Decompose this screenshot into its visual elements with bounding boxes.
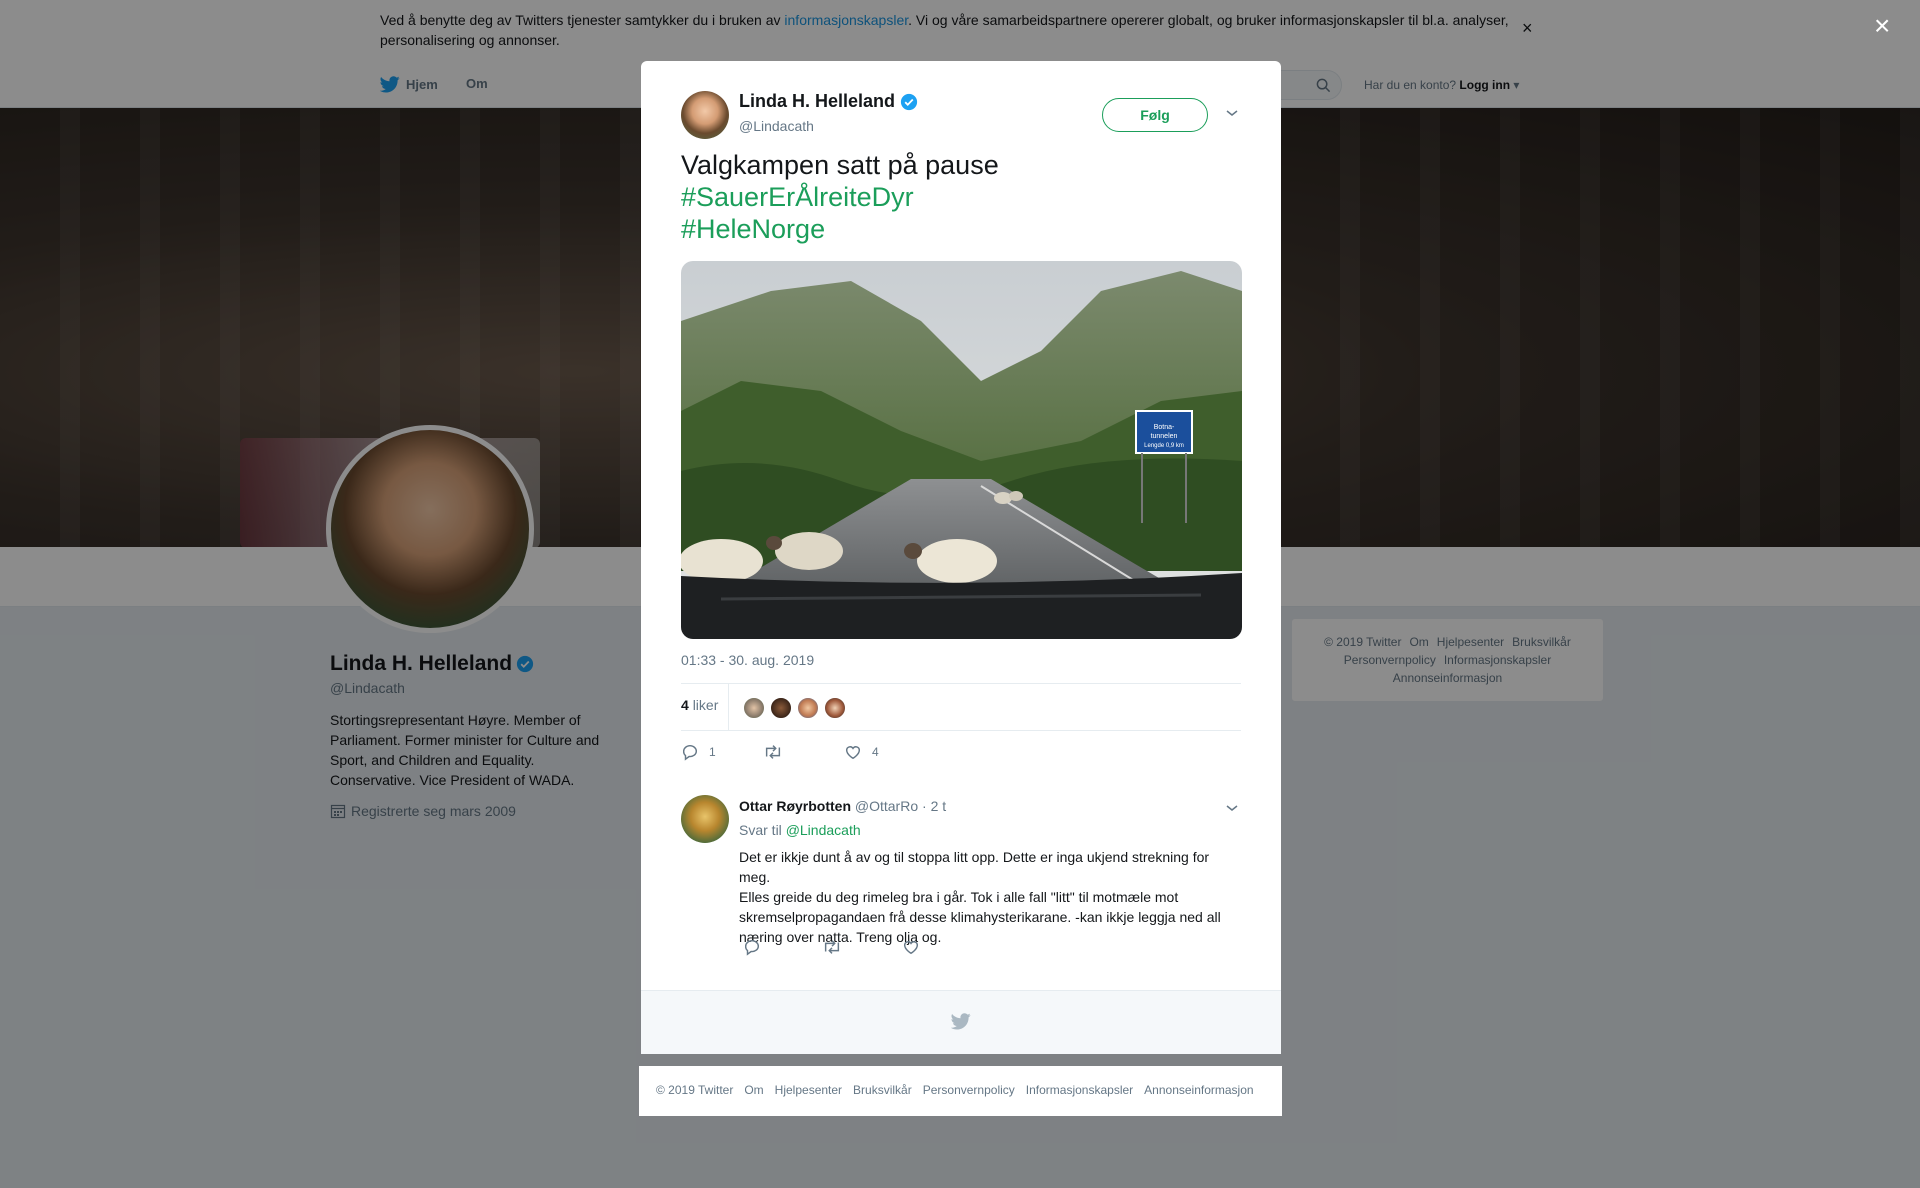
footer-link[interactable]: Personvernpolicy [923, 1083, 1015, 1097]
retweet-icon[interactable] [822, 938, 842, 956]
like-icon[interactable] [902, 938, 920, 956]
author-handle[interactable]: @Lindacath [739, 118, 814, 134]
like-icon [845, 746, 861, 760]
sign-line-2: tunnelen [1151, 433, 1178, 440]
reply-to-handle[interactable]: @Lindacath [786, 822, 861, 838]
retweet-icon [765, 745, 781, 759]
verified-badge-icon [900, 93, 918, 110]
reply-icon[interactable] [743, 938, 761, 956]
chevron-down-icon[interactable] [1225, 803, 1239, 813]
tweet-timestamp[interactable]: 01:33 - 30. aug. 2019 [681, 652, 814, 668]
hashtag-link[interactable]: #SauerErÅlreiteDyr [681, 181, 1241, 213]
reply-time[interactable]: · 2 t [922, 798, 946, 814]
sheep-road-photo: Botna- tunnelen Lengde 0,9 km [681, 261, 1242, 639]
footer-link[interactable]: Bruksvilkår [853, 1083, 912, 1097]
footer-link[interactable]: Informasjonskapsler [1026, 1083, 1133, 1097]
liker-avatar[interactable] [824, 697, 846, 719]
reply-to: Svar til @Lindacath [739, 822, 861, 838]
footer-link[interactable]: Hjelpesenter [775, 1083, 842, 1097]
tweet-actions: 1 4 [681, 743, 1241, 773]
close-icon[interactable]: × [1874, 12, 1890, 40]
reply-icon [682, 744, 698, 761]
author-avatar[interactable] [681, 91, 729, 139]
twitter-bird-icon [951, 1013, 971, 1030]
reply-actions [739, 938, 1039, 958]
reply-text: Det er ikkje dunt å av og til stoppa lit… [739, 849, 1221, 945]
reply-count: 1 [709, 745, 716, 759]
reply-header: Ottar Røyrbotten @OttarRo · 2 t [739, 798, 946, 814]
reply-author-name[interactable]: Ottar Røyrbotten [739, 798, 851, 814]
chevron-down-icon[interactable] [1225, 108, 1239, 118]
liker-avatar[interactable] [770, 697, 792, 719]
modal-footer [641, 990, 1281, 1054]
footer-link[interactable]: © 2019 Twitter [656, 1083, 733, 1097]
reply-author-handle[interactable]: @OttarRo [855, 798, 918, 814]
tweet-modal: Linda H. Helleland @Lindacath Følg Valgk… [641, 61, 1281, 1054]
sign-line-3: Lengde 0,9 km [1144, 443, 1184, 449]
stats-divider [728, 684, 729, 730]
sign-line-1: Botna- [1154, 424, 1175, 431]
liker-avatar[interactable] [743, 697, 765, 719]
tweet-photo[interactable]: Botna- tunnelen Lengde 0,9 km [681, 261, 1242, 639]
tweet-stats: 4 liker [681, 683, 1241, 731]
reply-author-avatar[interactable] [681, 795, 729, 843]
liker-avatar[interactable] [797, 697, 819, 719]
like-count: 4 [872, 745, 879, 759]
reply-button[interactable]: 1 [681, 743, 716, 761]
bottom-footer: © 2019 Twitter Om Hjelpesenter Bruksvilkår P… [639, 1066, 1282, 1116]
hashtag-link[interactable]: #HeleNorge [681, 213, 1241, 245]
retweet-button[interactable] [763, 743, 783, 761]
author-name[interactable]: Linda H. Helleland [739, 91, 918, 112]
footer-link[interactable]: Om [744, 1083, 763, 1097]
like-button[interactable]: 4 [844, 743, 879, 761]
footer-link[interactable]: Annonseinformasjon [1144, 1083, 1253, 1097]
follow-button[interactable]: Følg [1102, 98, 1208, 132]
likes-stat[interactable]: 4 liker [681, 697, 718, 713]
tweet-text: Valgkampen satt på pause #SauerErÅlreite… [681, 149, 1241, 245]
tweet-text-line: Valgkampen satt på pause [681, 150, 999, 180]
